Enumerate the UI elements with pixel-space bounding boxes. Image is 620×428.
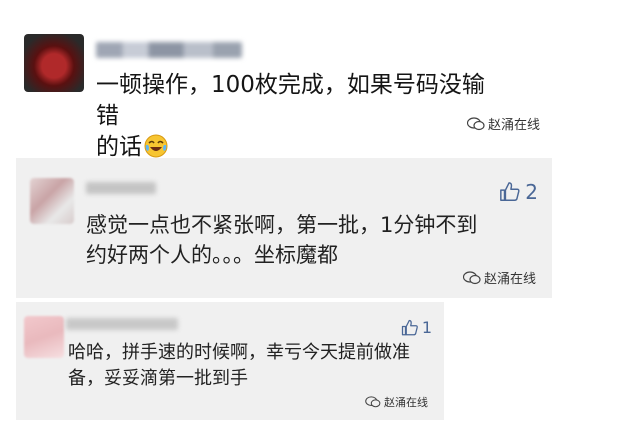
watermark: 赵涌在线	[466, 114, 540, 133]
reply-card-2: 1 哈哈，拼手速的时候啊，幸亏今天提前做准 备，妥妥滴第一批到手 赵涌在线	[16, 302, 444, 420]
user-avatar[interactable]	[24, 316, 64, 358]
crying-laughing-emoji-icon	[144, 134, 168, 158]
watermark-text: 赵涌在线	[487, 118, 540, 133]
comment-text: 感觉一点也不紧张啊，第一批，1分钟不到 约好两个人的。。。坐标魔都	[86, 213, 478, 267]
watermark: 赵涌在线	[365, 394, 428, 410]
thumbs-up-icon	[401, 319, 418, 335]
watermark: 赵涌在线	[462, 268, 536, 287]
user-name-blurred[interactable]	[66, 318, 178, 330]
like-count: 2	[525, 180, 538, 204]
like-button[interactable]: 1	[401, 318, 432, 337]
wechat-logo-icon	[365, 396, 381, 408]
comment-card-1: 一顿操作，100枚完成，如果号码没输错 的话 赵涌在线	[0, 0, 620, 160]
thumbs-up-icon	[500, 182, 520, 201]
watermark-text: 赵涌在线	[384, 396, 428, 409]
wechat-logo-icon	[462, 270, 481, 284]
user-name-blurred[interactable]	[96, 42, 242, 58]
watermark-text: 赵涌在线	[483, 272, 536, 287]
like-button[interactable]: 2	[499, 180, 538, 204]
user-avatar[interactable]	[30, 178, 74, 224]
comment-text: 哈哈，拼手速的时候啊，幸亏今天提前做准 备，妥妥滴第一批到手	[68, 342, 410, 389]
comment-text: 一顿操作，100枚完成，如果号码没输错 的话	[96, 72, 485, 160]
wechat-logo-icon	[466, 116, 485, 130]
like-count: 1	[421, 318, 432, 337]
user-name-blurred[interactable]	[86, 182, 156, 194]
reply-card-1: 2 感觉一点也不紧张啊，第一批，1分钟不到 约好两个人的。。。坐标魔都 赵涌在线	[16, 158, 552, 298]
user-avatar[interactable]	[24, 34, 84, 92]
